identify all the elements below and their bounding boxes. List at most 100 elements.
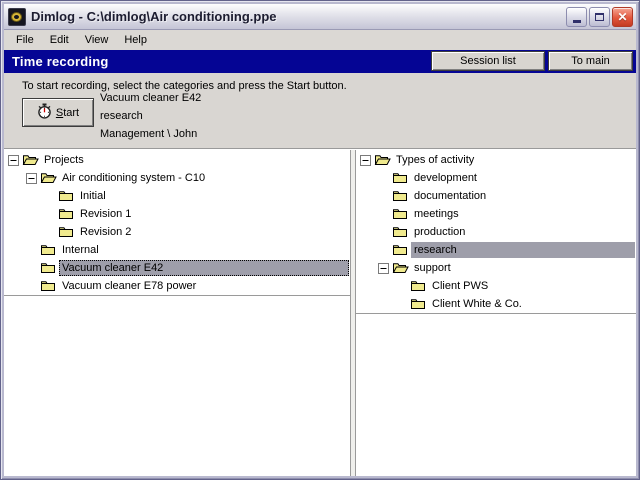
tree-item-label[interactable]: Internal xyxy=(59,242,102,258)
folder-closed-icon xyxy=(40,243,57,257)
title-bar: Dimlog - C:\dimlog\Air conditioning.ppe … xyxy=(4,4,636,30)
folder-closed-icon xyxy=(58,207,75,221)
expander-spacer xyxy=(26,279,40,293)
minimize-button[interactable] xyxy=(566,7,587,27)
tree-item-label[interactable]: development xyxy=(411,170,480,186)
expander-spacer xyxy=(378,171,392,185)
app-window: Dimlog - C:\dimlog\Air conditioning.ppe … xyxy=(0,0,640,480)
tree-item-label[interactable]: documentation xyxy=(411,188,489,204)
collapse-minus-icon[interactable] xyxy=(26,171,40,185)
maximize-icon xyxy=(595,13,604,21)
tree-item-air-conditioning-system-c10[interactable]: Air conditioning system - C10 xyxy=(4,169,350,187)
tree-item-label[interactable]: Projects xyxy=(41,152,87,168)
folder-closed-icon xyxy=(58,189,75,203)
folder-closed-icon xyxy=(392,207,409,221)
tree-item-vacuum-cleaner-e42[interactable]: Vacuum cleaner E42 xyxy=(4,259,350,277)
tree-item-label[interactable]: Vacuum cleaner E42 xyxy=(59,260,349,276)
tree-item-initial[interactable]: Initial xyxy=(4,187,350,205)
folder-closed-icon xyxy=(40,279,57,293)
collapse-minus-icon[interactable] xyxy=(378,261,392,275)
folder-closed-icon xyxy=(392,171,409,185)
close-icon: ✕ xyxy=(617,10,627,24)
expander-spacer xyxy=(378,189,392,203)
tree-item-client-white-co[interactable]: Client White & Co. xyxy=(356,295,636,313)
tree-item-revision-1[interactable]: Revision 1 xyxy=(4,205,350,223)
menu-file[interactable]: File xyxy=(8,32,42,49)
tree-item-documentation[interactable]: documentation xyxy=(356,187,636,205)
tree-item-label[interactable]: research xyxy=(411,242,635,258)
tree-item-label[interactable]: Initial xyxy=(77,188,109,204)
menu-help[interactable]: Help xyxy=(116,32,155,49)
expander-spacer xyxy=(44,189,58,203)
selected-activity: research xyxy=(100,107,201,125)
activities-tree: Types of activity development documentatio… xyxy=(356,149,636,314)
folder-closed-icon xyxy=(40,261,57,275)
start-button[interactable]: Start xyxy=(22,98,94,127)
session-list-button[interactable]: Session list xyxy=(431,51,545,71)
menu-bar: File Edit View Help xyxy=(4,30,636,50)
tree-item-label[interactable]: Client PWS xyxy=(429,278,491,294)
collapse-minus-icon[interactable] xyxy=(360,153,374,167)
tree-item-revision-2[interactable]: Revision 2 xyxy=(4,223,350,241)
folder-closed-icon xyxy=(392,225,409,239)
category-panels: Projects Air conditioning system - C10 Ini… xyxy=(4,149,636,476)
tree-item-research[interactable]: research xyxy=(356,241,636,259)
app-icon xyxy=(8,8,26,26)
expander-spacer xyxy=(378,225,392,239)
tree-item-label[interactable]: Types of activity xyxy=(393,152,477,168)
selected-project: Vacuum cleaner E42 xyxy=(100,89,201,107)
tree-item-label[interactable]: Revision 2 xyxy=(77,224,134,240)
folder-closed-icon xyxy=(58,225,75,239)
folder-closed-icon xyxy=(392,189,409,203)
tree-item-label[interactable]: production xyxy=(411,224,468,240)
expander-spacer xyxy=(26,261,40,275)
projects-panel: Projects Air conditioning system - C10 Ini… xyxy=(4,149,351,476)
tree-item-label[interactable]: Vacuum cleaner E78 power xyxy=(59,278,199,294)
tree-item-label[interactable]: Air conditioning system - C10 xyxy=(59,170,208,186)
expander-spacer xyxy=(44,207,58,221)
folder-open-icon xyxy=(374,153,391,167)
window-title: Dimlog - C:\dimlog\Air conditioning.ppe xyxy=(31,9,566,24)
menu-view[interactable]: View xyxy=(77,32,117,49)
minimize-icon xyxy=(573,20,581,23)
tree-item-vacuum-cleaner-e78-power[interactable]: Vacuum cleaner E78 power xyxy=(4,277,350,295)
folder-open-icon xyxy=(392,261,409,275)
recording-setup-panel: To start recording, select the categorie… xyxy=(4,73,636,149)
tree-item-label[interactable]: Client White & Co. xyxy=(429,296,525,312)
tree-item-production[interactable]: production xyxy=(356,223,636,241)
to-main-button[interactable]: To main xyxy=(548,51,633,71)
folder-closed-icon xyxy=(410,279,427,293)
expander-spacer xyxy=(378,207,392,221)
selection-summary: Vacuum cleaner E42 research Management \… xyxy=(100,89,201,143)
tree-item-label[interactable]: Revision 1 xyxy=(77,206,134,222)
folder-open-icon xyxy=(22,153,39,167)
stopwatch-icon xyxy=(37,103,52,122)
expander-spacer xyxy=(396,279,410,293)
tree-item-development[interactable]: development xyxy=(356,169,636,187)
tree-item-types-of-activity[interactable]: Types of activity xyxy=(356,151,636,169)
tree-item-label[interactable]: meetings xyxy=(411,206,462,222)
collapse-minus-icon[interactable] xyxy=(8,153,22,167)
projects-tree: Projects Air conditioning system - C10 Ini… xyxy=(4,149,350,296)
page-title: Time recording xyxy=(4,54,108,69)
expander-spacer xyxy=(44,225,58,239)
selected-person: Management \ John xyxy=(100,125,201,143)
tree-item-projects[interactable]: Projects xyxy=(4,151,350,169)
folder-closed-icon xyxy=(410,297,427,311)
expander-spacer xyxy=(26,243,40,257)
tree-item-internal[interactable]: Internal xyxy=(4,241,350,259)
folder-open-icon xyxy=(40,171,57,185)
expander-spacer xyxy=(396,297,410,311)
menu-edit[interactable]: Edit xyxy=(42,32,77,49)
folder-closed-icon xyxy=(392,243,409,257)
tree-item-support[interactable]: support xyxy=(356,259,636,277)
tree-item-meetings[interactable]: meetings xyxy=(356,205,636,223)
tree-item-client-pws[interactable]: Client PWS xyxy=(356,277,636,295)
section-header: Time recording Session list To main xyxy=(4,50,636,73)
tree-item-label[interactable]: support xyxy=(411,260,454,276)
start-button-label: Start xyxy=(56,107,79,119)
close-button[interactable]: ✕ xyxy=(612,7,633,27)
expander-spacer xyxy=(378,243,392,257)
activities-panel: Types of activity development documentatio… xyxy=(355,149,636,476)
maximize-button[interactable] xyxy=(589,7,610,27)
